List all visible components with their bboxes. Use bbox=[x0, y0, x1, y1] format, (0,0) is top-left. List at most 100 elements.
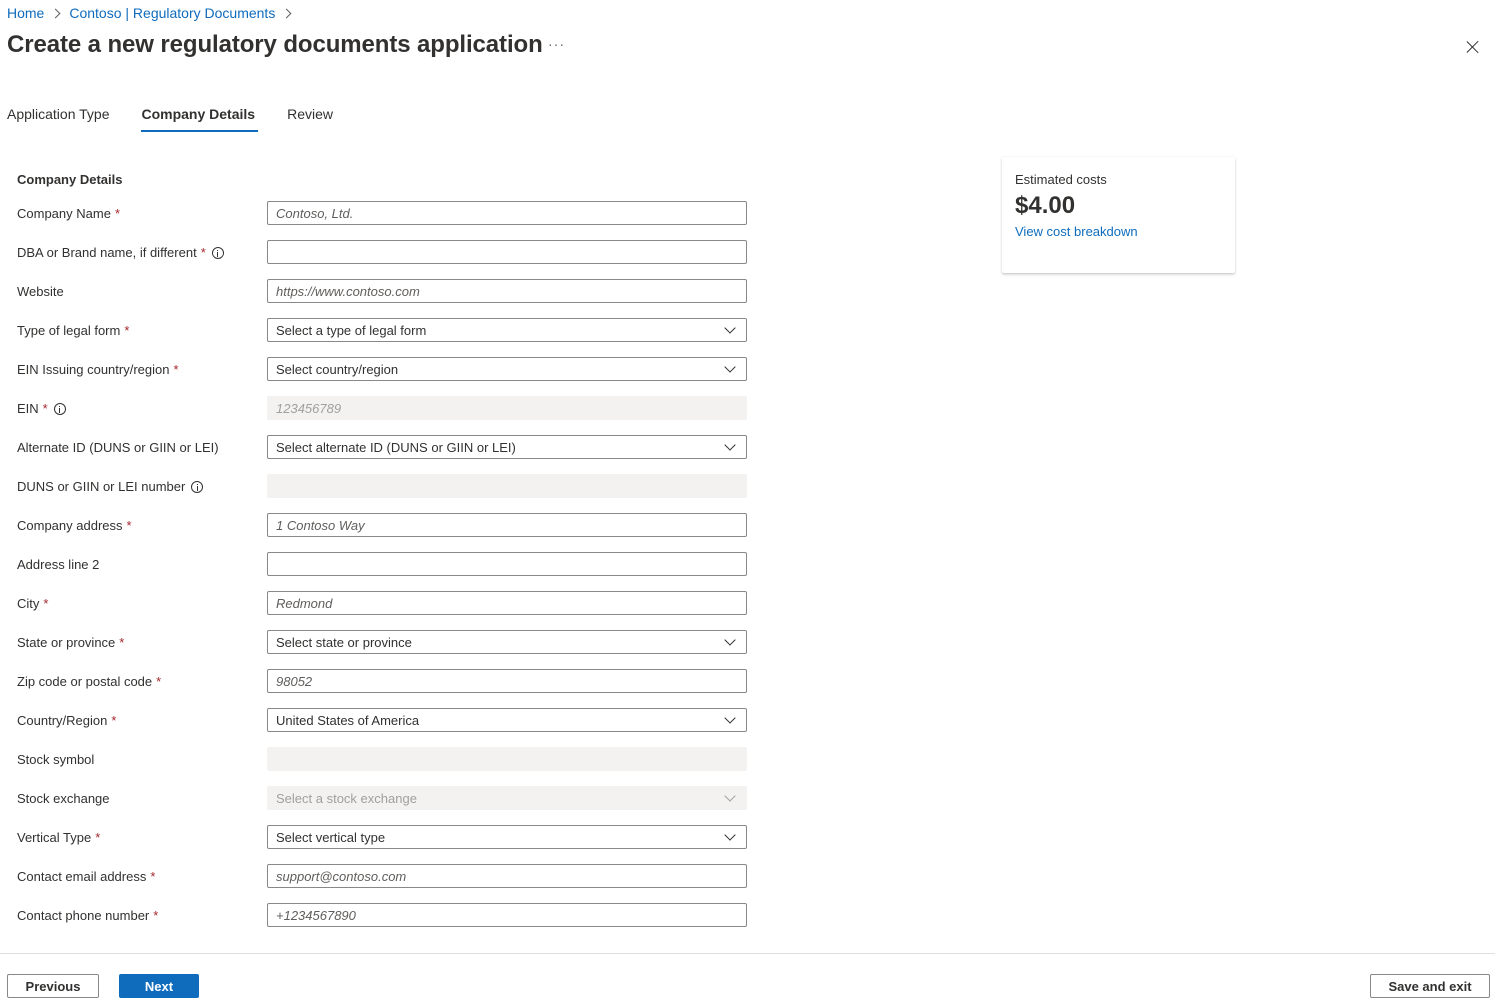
dropdown-value: Select state or province bbox=[276, 634, 412, 650]
form-row-address-line2: Address line 2 bbox=[17, 552, 747, 576]
stock-symbol-input bbox=[267, 747, 747, 771]
ein-country-dropdown[interactable]: Select country/region bbox=[267, 357, 747, 381]
info-icon[interactable] bbox=[191, 480, 204, 493]
breadcrumb-home-link[interactable]: Home bbox=[7, 5, 44, 21]
required-marker: * bbox=[43, 596, 49, 611]
field-label: Stock symbol bbox=[17, 752, 95, 767]
field-label: Type of legal form bbox=[17, 323, 121, 338]
field-label: Website bbox=[17, 284, 64, 299]
form-row-state: State or province * Select state or prov… bbox=[17, 630, 747, 654]
form-row-legal-form: Type of legal form * Select a type of le… bbox=[17, 318, 747, 342]
required-marker: * bbox=[126, 518, 132, 533]
field-label: Stock exchange bbox=[17, 791, 110, 806]
field-label: DUNS or GIIN or LEI number bbox=[17, 479, 186, 494]
alternate-id-dropdown[interactable]: Select alternate ID (DUNS or GIIN or LEI… bbox=[267, 435, 747, 459]
website-input[interactable] bbox=[267, 279, 747, 303]
chevron-down-icon bbox=[724, 828, 736, 841]
chevron-down-icon bbox=[724, 633, 736, 646]
tab-application-type[interactable]: Application Type bbox=[7, 106, 109, 130]
field-label: Zip code or postal code bbox=[17, 674, 153, 689]
address-line2-input[interactable] bbox=[267, 552, 747, 576]
form-row-ein: EIN * bbox=[17, 396, 747, 420]
form-row-duns-number: DUNS or GIIN or LEI number bbox=[17, 474, 747, 498]
form-row-dba: DBA or Brand name, if different * bbox=[17, 240, 747, 264]
next-button[interactable]: Next bbox=[119, 974, 199, 998]
field-label: EIN bbox=[17, 401, 39, 416]
form-row-contact-email: Contact email address * bbox=[17, 864, 747, 888]
field-label: Company address bbox=[17, 518, 123, 533]
wizard-tabs: Application Type Company Details Review bbox=[7, 106, 365, 132]
save-and-exit-button[interactable]: Save and exit bbox=[1370, 974, 1490, 998]
field-label: Vertical Type bbox=[17, 830, 92, 845]
tab-company-details[interactable]: Company Details bbox=[141, 106, 258, 132]
field-label: Company Name bbox=[17, 206, 111, 221]
legal-form-dropdown[interactable]: Select a type of legal form bbox=[267, 318, 747, 342]
chevron-down-icon bbox=[724, 711, 736, 724]
required-marker: * bbox=[42, 401, 48, 416]
field-label: Contact email address bbox=[17, 869, 147, 884]
city-input[interactable] bbox=[267, 591, 747, 615]
form-row-contact-phone: Contact phone number * bbox=[17, 903, 747, 927]
required-marker: * bbox=[173, 362, 179, 377]
field-label: Address line 2 bbox=[17, 557, 100, 572]
field-label: EIN Issuing country/region bbox=[17, 362, 170, 377]
country-dropdown[interactable]: United States of America bbox=[267, 708, 747, 732]
chevron-right-icon bbox=[50, 8, 61, 18]
info-icon[interactable] bbox=[53, 402, 66, 415]
vertical-type-dropdown[interactable]: Select vertical type bbox=[267, 825, 747, 849]
ein-input bbox=[267, 396, 747, 420]
form-row-company-name: Company Name * bbox=[17, 201, 747, 225]
field-label: City bbox=[17, 596, 40, 611]
breadcrumb-regulatory-documents-link[interactable]: Contoso | Regulatory Documents bbox=[69, 5, 275, 21]
state-dropdown[interactable]: Select state or province bbox=[267, 630, 747, 654]
form-row-vertical-type: Vertical Type * Select vertical type bbox=[17, 825, 747, 849]
cost-label: Estimated costs bbox=[1015, 172, 1107, 187]
estimated-costs-card: Estimated costs $4.00 View cost breakdow… bbox=[1002, 157, 1235, 273]
chevron-right-icon bbox=[281, 8, 292, 18]
field-label: Contact phone number bbox=[17, 908, 150, 923]
company-name-input[interactable] bbox=[267, 201, 747, 225]
dropdown-value: Select country/region bbox=[276, 361, 399, 377]
company-address-input[interactable] bbox=[267, 513, 747, 537]
close-icon[interactable] bbox=[1463, 37, 1483, 57]
breadcrumb: Home Contoso | Regulatory Documents bbox=[7, 5, 300, 21]
page-title: Create a new regulatory documents applic… bbox=[7, 31, 543, 58]
field-label: Alternate ID (DUNS or GIIN or LEI) bbox=[17, 440, 219, 455]
contact-phone-input[interactable] bbox=[267, 903, 747, 927]
contact-email-input[interactable] bbox=[267, 864, 747, 888]
previous-button[interactable]: Previous bbox=[7, 974, 99, 998]
form-row-stock-exchange: Stock exchange Select a stock exchange bbox=[17, 786, 747, 810]
required-marker: * bbox=[200, 245, 206, 260]
field-label: Country/Region bbox=[17, 713, 108, 728]
dropdown-value: Select a stock exchange bbox=[276, 790, 417, 806]
field-label: DBA or Brand name, if different bbox=[17, 245, 197, 260]
dropdown-value: Select alternate ID (DUNS or GIIN or LEI… bbox=[276, 439, 516, 455]
stock-exchange-dropdown: Select a stock exchange bbox=[267, 786, 747, 810]
more-options-icon[interactable]: ··· bbox=[548, 36, 565, 52]
form-row-country: Country/Region * United States of Americ… bbox=[17, 708, 747, 732]
chevron-down-icon bbox=[724, 789, 736, 802]
zip-input[interactable] bbox=[267, 669, 747, 693]
required-marker: * bbox=[150, 869, 156, 884]
chevron-down-icon bbox=[724, 438, 736, 451]
required-marker: * bbox=[124, 323, 130, 338]
section-title: Company Details bbox=[17, 172, 123, 187]
required-marker: * bbox=[119, 635, 125, 650]
cost-value: $4.00 bbox=[1015, 192, 1076, 219]
required-marker: * bbox=[156, 674, 162, 689]
required-marker: * bbox=[111, 713, 117, 728]
form-row-alternate-id: Alternate ID (DUNS or GIIN or LEI) Selec… bbox=[17, 435, 747, 459]
dba-input[interactable] bbox=[267, 240, 747, 264]
required-marker: * bbox=[95, 830, 101, 845]
form-row-website: Website bbox=[17, 279, 747, 303]
info-icon[interactable] bbox=[211, 246, 224, 259]
form-row-stock-symbol: Stock symbol bbox=[17, 747, 747, 771]
required-marker: * bbox=[153, 908, 159, 923]
field-label: State or province bbox=[17, 635, 116, 650]
form-row-zip: Zip code or postal code * bbox=[17, 669, 747, 693]
view-cost-breakdown-link[interactable]: View cost breakdown bbox=[1015, 224, 1138, 239]
required-marker: * bbox=[114, 206, 120, 221]
dropdown-value: Select vertical type bbox=[276, 829, 386, 845]
chevron-down-icon bbox=[724, 321, 736, 334]
tab-review[interactable]: Review bbox=[287, 106, 333, 130]
